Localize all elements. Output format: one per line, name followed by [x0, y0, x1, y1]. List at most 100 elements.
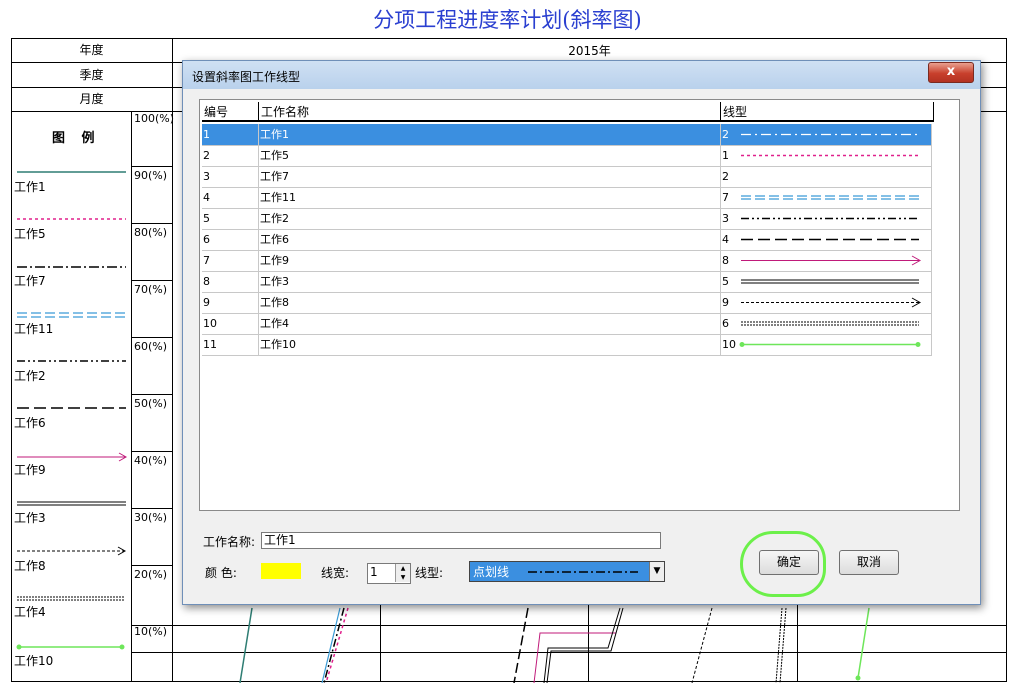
- row-linetype-code: 2: [722, 128, 729, 141]
- legend-label: 工作7: [14, 274, 46, 288]
- legend-label: 工作3: [14, 511, 46, 525]
- row-linetype-preview: [741, 255, 922, 266]
- cancel-button[interactable]: 取消: [839, 550, 899, 575]
- page-title: 分项工程进度率计划(斜率图): [373, 8, 642, 32]
- list-row[interactable]: 9 工作8 9: [202, 292, 932, 314]
- percent-label: 30(%): [134, 511, 168, 524]
- row-linetype: 8: [721, 250, 932, 271]
- row-linetype: 6: [721, 313, 932, 334]
- row-linetype: 2: [721, 166, 932, 187]
- column-header-num[interactable]: 编号: [202, 102, 259, 122]
- row-name: 工作5: [259, 145, 721, 166]
- column-header-name[interactable]: 工作名称: [259, 102, 721, 122]
- linetype-preview: [528, 571, 638, 573]
- row-linetype: 2: [721, 124, 932, 145]
- row-linetype-preview: [741, 154, 919, 157]
- spin-up-icon[interactable]: ▲: [395, 564, 410, 573]
- row-linetype-preview: [741, 133, 919, 136]
- list-row[interactable]: 1 工作1 2: [202, 124, 932, 146]
- row-linetype-code: 6: [722, 317, 729, 330]
- list-row[interactable]: 4 工作11 7: [202, 187, 932, 209]
- percent-label: 60(%): [134, 340, 168, 353]
- row-linetype-preview: [741, 195, 919, 200]
- row-name: 工作3: [259, 271, 721, 292]
- percent-label: 100(%): [134, 112, 175, 125]
- line-width-value: 1: [370, 565, 378, 579]
- row-linetype: 9: [721, 292, 932, 313]
- work-name-input[interactable]: [261, 532, 661, 549]
- color-label: 颜 色:: [205, 566, 237, 580]
- legend-label: 工作1: [14, 180, 46, 194]
- row-linetype: 5: [721, 271, 932, 292]
- list-row[interactable]: 6 工作6 4: [202, 229, 932, 251]
- row-name: 工作8: [259, 292, 721, 313]
- row-num: 4: [202, 187, 259, 208]
- list-row[interactable]: 3 工作7 2: [202, 166, 932, 188]
- legend-label: 工作10: [14, 654, 54, 668]
- list-row[interactable]: 10 工作4 6: [202, 313, 932, 335]
- line-type-dialog: 设置斜率图工作线型 x 编号 工作名称 线型 1 工作1 2 2 工作5 1 3 工作7 2 4 工…: [182, 60, 981, 605]
- row-linetype-code: 2: [722, 170, 729, 183]
- legend-label: 工作9: [14, 463, 46, 477]
- row-linetype-code: 7: [722, 191, 729, 204]
- color-swatch[interactable]: [261, 563, 301, 579]
- row-name: 工作7: [259, 166, 721, 187]
- legend-label: 工作8: [14, 559, 46, 573]
- slope-lines-fragment: [239, 607, 870, 683]
- list-row[interactable]: 11 工作10 10: [202, 334, 932, 356]
- row-linetype-code: 4: [722, 233, 729, 246]
- percent-label: 80(%): [134, 226, 168, 239]
- percent-label: 70(%): [134, 283, 168, 296]
- row-num: 5: [202, 208, 259, 229]
- row-name: 工作9: [259, 250, 721, 271]
- row-num: 9: [202, 292, 259, 313]
- row-name: 工作2: [259, 208, 721, 229]
- legend-label: 工作2: [14, 369, 46, 383]
- row-linetype-code: 8: [722, 254, 729, 267]
- percent-label: 10(%): [134, 625, 168, 638]
- list-row[interactable]: 8 工作3 5: [202, 271, 932, 293]
- row-linetype-code: 5: [722, 275, 729, 288]
- row-num: 3: [202, 166, 259, 187]
- row-linetype: 4: [721, 229, 932, 250]
- legend-lines: [16, 171, 128, 650]
- legend-label: 工作4: [14, 605, 46, 619]
- row-num: 1: [202, 124, 259, 145]
- list-row[interactable]: 7 工作9 8: [202, 250, 932, 272]
- legend-label: 工作11: [14, 322, 54, 336]
- linetype-label: 线型:: [415, 566, 444, 580]
- column-header-linetype[interactable]: 线型: [721, 102, 934, 122]
- percent-label: 20(%): [134, 568, 168, 581]
- row-linetype-preview: [741, 217, 919, 220]
- row-num: 10: [202, 313, 259, 334]
- row-linetype-code: 9: [722, 296, 729, 309]
- percent-label: 50(%): [134, 397, 168, 410]
- row-linetype: 7: [721, 187, 932, 208]
- linetype-select[interactable]: 点划线 ▼: [469, 561, 665, 582]
- dialog-titlebar[interactable]: 设置斜率图工作线型 x: [183, 61, 980, 89]
- line-width-spinner[interactable]: 1 ▲ ▼: [367, 563, 411, 584]
- percent-label: 40(%): [134, 454, 168, 467]
- close-button[interactable]: x: [928, 62, 974, 83]
- legend-label: 工作6: [14, 416, 46, 430]
- percent-label: 90(%): [134, 169, 168, 182]
- legend-label: 工作5: [14, 227, 46, 241]
- linetype-selected: 点划线: [473, 565, 510, 579]
- row-num: 7: [202, 250, 259, 271]
- list-row[interactable]: 2 工作5 1: [202, 145, 932, 167]
- row-linetype: 3: [721, 208, 932, 229]
- width-label: 线宽:: [321, 566, 350, 580]
- spin-down-icon[interactable]: ▼: [395, 573, 410, 582]
- row-linetype-preview: [741, 238, 919, 241]
- row-linetype: 10: [721, 334, 932, 355]
- name-label: 工作名称:: [203, 535, 256, 549]
- ok-button[interactable]: 确定: [759, 550, 819, 575]
- year-value: 2015年: [568, 44, 611, 58]
- row-name: 工作4: [259, 313, 721, 334]
- list-row[interactable]: 5 工作2 3: [202, 208, 932, 230]
- row-name: 工作1: [259, 124, 721, 145]
- chevron-down-icon[interactable]: ▼: [649, 562, 664, 581]
- work-line-list[interactable]: 编号 工作名称 线型 1 工作1 2 2 工作5 1 3 工作7 2 4 工作11 7 5 工作2 3 6 工作…: [199, 99, 960, 511]
- row-name: 工作10: [259, 334, 721, 355]
- row-num: 11: [202, 334, 259, 355]
